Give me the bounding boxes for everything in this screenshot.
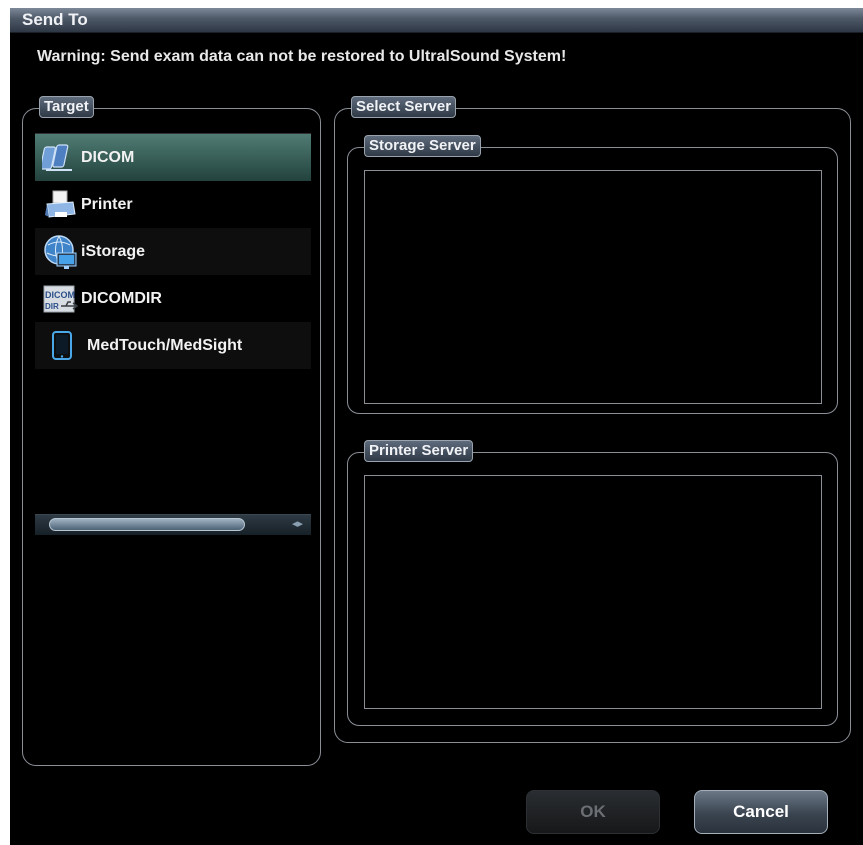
target-item-printer[interactable]: Printer	[35, 181, 311, 228]
printer-server-group: Printer Server	[347, 440, 838, 726]
svg-text:DICOM: DICOM	[45, 290, 75, 300]
target-item-label: DICOMDIR	[81, 289, 162, 307]
printer-server-list[interactable]	[364, 475, 822, 709]
target-item-label: DICOM	[81, 148, 135, 166]
target-item-dicomdir[interactable]: DICOM DIR DICOMDIR	[35, 275, 311, 322]
target-item-medtouch[interactable]: MedTouch/MedSight	[35, 322, 311, 369]
dicomdir-usb-icon: DICOM DIR	[41, 279, 81, 319]
scroll-arrows-icon[interactable]: ◂▸	[292, 517, 303, 530]
cancel-button[interactable]: Cancel	[694, 790, 828, 834]
istorage-globe-icon	[41, 232, 81, 272]
select-server-group: Select Server Storage Server Printer Ser…	[334, 96, 851, 743]
target-group: Target DICOM Printer iStorage DICOM DIR …	[22, 96, 321, 766]
storage-server-group: Storage Server	[347, 135, 838, 414]
send-to-dialog: Send To Warning: Send exam data can not …	[10, 8, 863, 845]
select-server-legend: Select Server	[351, 96, 457, 118]
target-legend: Target	[39, 96, 94, 118]
dicom-network-icon	[41, 138, 81, 178]
target-item-dicom[interactable]: DICOM	[35, 134, 311, 181]
printer-icon	[41, 185, 81, 225]
target-item-label: MedTouch/MedSight	[87, 336, 243, 354]
storage-server-list[interactable]	[364, 170, 822, 404]
scrollbar-thumb[interactable]	[49, 518, 245, 531]
ok-button[interactable]: OK	[526, 790, 660, 834]
dialog-title: Send To	[22, 10, 88, 29]
target-list: DICOM Printer iStorage DICOM DIR DICOMDI…	[35, 133, 311, 535]
target-item-label: Printer	[81, 195, 133, 213]
svg-text:DIR: DIR	[45, 302, 59, 311]
tablet-icon	[41, 326, 81, 366]
horizontal-scrollbar[interactable]: ◂▸	[35, 514, 311, 535]
target-item-label: iStorage	[81, 242, 146, 260]
target-item-istorage[interactable]: iStorage	[35, 228, 311, 275]
printer-server-legend: Printer Server	[364, 440, 474, 462]
title-bar[interactable]: Send To	[10, 8, 863, 33]
storage-server-legend: Storage Server	[364, 135, 481, 157]
warning-message: Warning: Send exam data can not be resto…	[37, 48, 567, 65]
